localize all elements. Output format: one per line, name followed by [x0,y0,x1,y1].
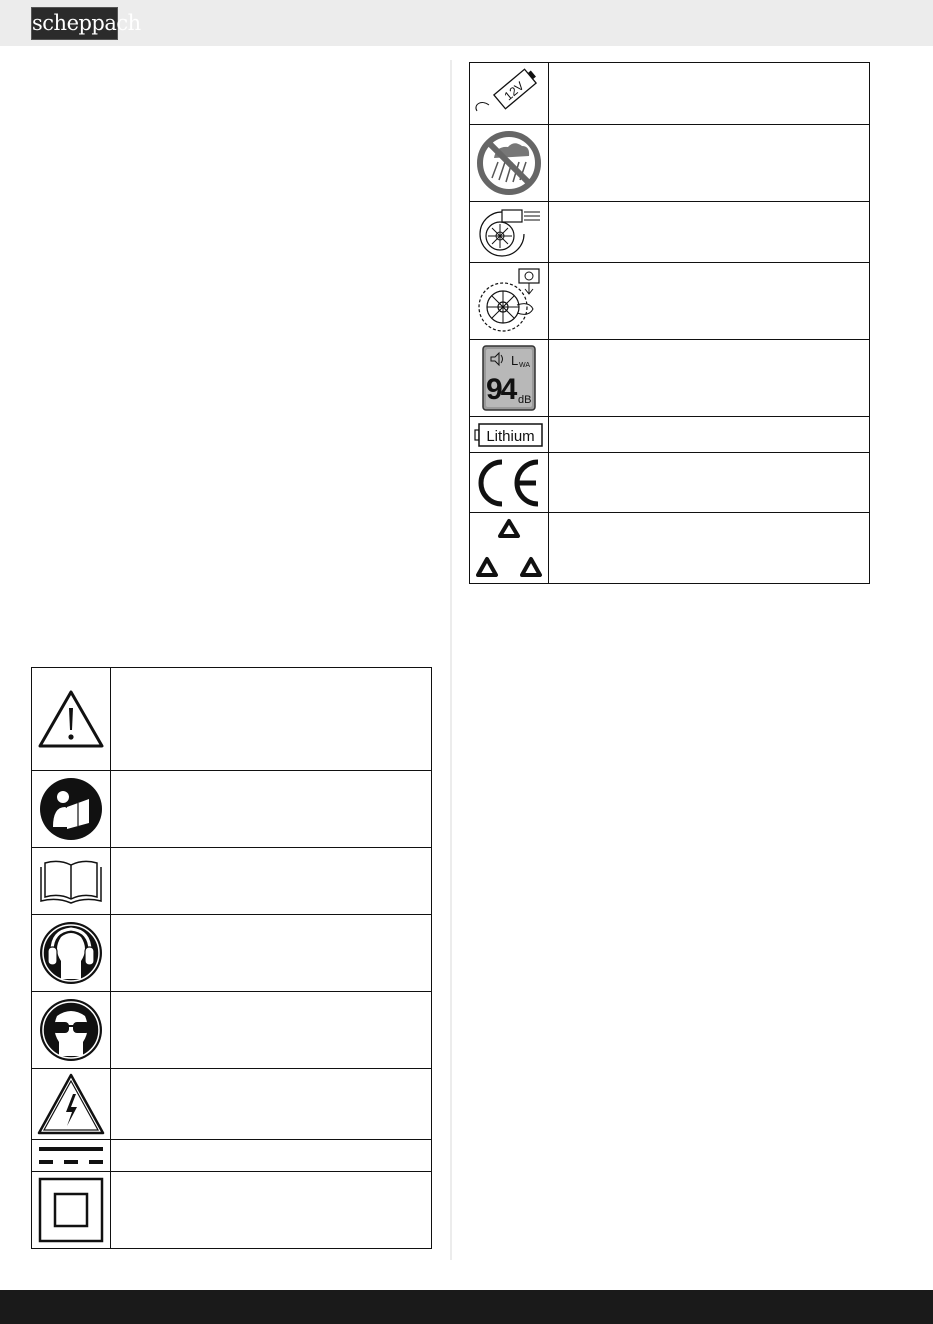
brand-logo: scheppach [31,7,141,40]
symbol-description [548,201,870,263]
fan-assembly-icon [478,268,540,332]
table-row [469,201,870,263]
symbol-description [548,124,870,202]
symbol-description [110,1171,432,1249]
table-row [31,1171,432,1249]
symbol-cell [469,512,549,584]
symbol-description [110,1068,432,1140]
protection-class-ii-icon [38,1177,104,1243]
table-row [31,1139,432,1172]
symbol-cell [31,1068,111,1140]
symbol-description [548,452,870,513]
electric-hazard-icon [37,1073,105,1135]
recycling-triangle-icon [476,519,542,577]
svg-text:dB: dB [518,394,531,406]
table-row [469,512,870,584]
eye-protection-icon [40,999,102,1061]
table-row [469,262,870,340]
symbol-description [110,847,432,915]
table-row: Lithium [469,416,870,453]
page-header: scheppach [0,0,933,46]
sound-power-label-icon: L WA 94 dB [482,345,536,411]
symbol-description [110,770,432,848]
symbol-description [548,512,870,584]
table-row [31,991,432,1069]
svg-text:94: 94 [486,373,518,406]
symbol-description [548,62,870,125]
symbol-description [110,667,432,771]
symbol-cell [31,991,111,1069]
table-row [469,124,870,202]
symbol-cell [31,914,111,992]
symbol-cell [469,201,549,263]
no-rain-icon [477,131,541,195]
symbol-cell [31,847,111,915]
symbol-cell [31,1171,111,1249]
symbol-cell [31,770,111,848]
lithium-battery-icon: Lithium [474,422,543,447]
symbol-cell: 12V [469,62,549,125]
symbol-cell [469,452,549,513]
symbol-description [110,1139,432,1172]
ear-protection-icon [40,922,102,984]
read-manual-person-icon [40,778,102,840]
svg-text:Lithium: Lithium [486,428,534,445]
symbol-cell [469,124,549,202]
table-row [31,847,432,915]
symbol-description [548,416,870,453]
table-row: L WA 94 dB [469,339,870,417]
table-row [31,1068,432,1140]
warning-triangle-icon [38,690,104,748]
symbol-cell [469,262,549,340]
column-divider [450,60,452,1260]
svg-text:L: L [511,353,518,368]
open-book-icon [40,860,102,904]
symbol-cell: L WA 94 dB [469,339,549,417]
symbol-cell: Lithium [469,416,549,453]
ce-mark-icon [478,459,539,506]
dc-current-icon [39,1146,103,1164]
svg-text:WA: WA [519,362,530,369]
symbol-cell [31,667,111,771]
table-row [31,770,432,848]
symbols-table-right: 12V L WA 94 dB Lithium [469,62,870,584]
table-row [469,452,870,513]
symbol-description [548,339,870,417]
symbol-description [110,991,432,1069]
battery-12v-icon: 12V [475,67,538,111]
symbol-description [548,262,870,340]
page-footer [0,1290,933,1324]
table-row [31,914,432,992]
symbol-cell [31,1139,111,1172]
table-row [31,667,432,771]
symbol-description [110,914,432,992]
symbols-table-left [31,667,432,1249]
table-row: 12V [469,62,870,125]
blower-fan-icon [479,209,540,257]
